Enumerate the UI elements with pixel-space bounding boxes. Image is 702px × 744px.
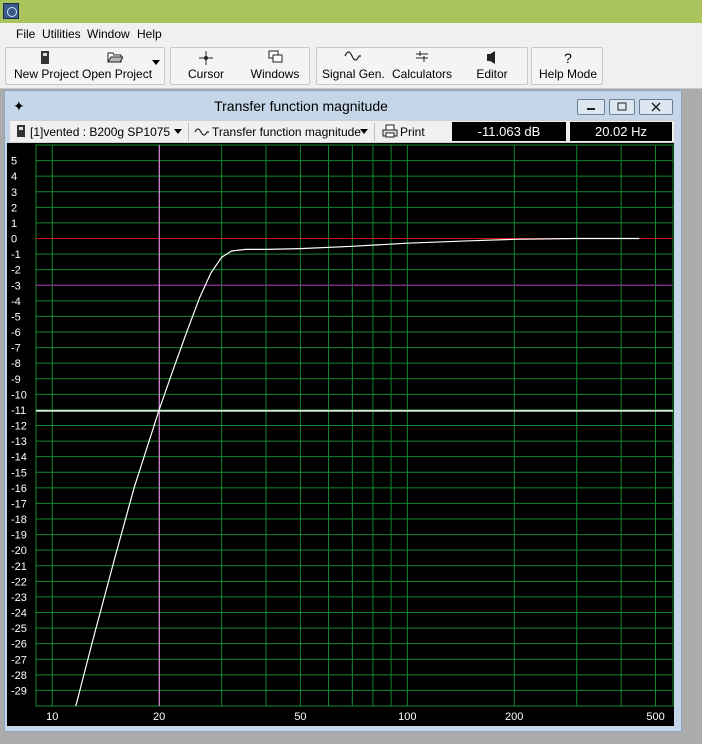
speaker-icon xyxy=(470,50,514,67)
toolbar-separator xyxy=(188,123,189,141)
close-button[interactable] xyxy=(639,99,673,115)
project-dropdown-icon[interactable] xyxy=(174,129,182,134)
y-tick-label: -7 xyxy=(11,343,21,355)
y-tick-label: -16 xyxy=(11,483,27,495)
y-tick-label: 5 xyxy=(11,156,17,168)
open-project-button[interactable]: Open Project xyxy=(82,48,152,84)
y-tick-label: -20 xyxy=(11,545,27,557)
folder-open-icon xyxy=(82,50,148,67)
view-dropdown-icon[interactable] xyxy=(360,129,368,134)
y-tick-label: -18 xyxy=(11,514,27,526)
y-tick-label: -10 xyxy=(11,389,27,401)
y-tick-label: -15 xyxy=(11,467,27,479)
y-tick-label: -26 xyxy=(11,639,27,651)
cursor-hz-readout: 20.02 Hz xyxy=(570,122,672,141)
y-tick-label: -28 xyxy=(11,670,27,682)
magnitude-plot[interactable]: 543210-1-2-3-4-5-6-7-8-9-10-11-12-13-14-… xyxy=(7,143,674,726)
x-tick-label: 10 xyxy=(46,711,58,723)
print-button[interactable]: Print xyxy=(400,125,425,139)
cursor-crosshair-icon xyxy=(180,50,232,67)
editor-button[interactable]: Editor xyxy=(470,48,514,84)
y-tick-label: -23 xyxy=(11,592,27,604)
windows-button[interactable]: Windows xyxy=(248,48,302,84)
y-tick-label: -13 xyxy=(11,436,27,448)
menu-window[interactable]: Window xyxy=(87,27,130,41)
view-select[interactable]: Transfer function magnitude xyxy=(212,125,361,139)
x-tick-label: 100 xyxy=(398,711,416,723)
sine-wave-icon xyxy=(322,50,384,67)
toolbar: New Project Open Project Cursor Windows … xyxy=(0,45,702,89)
x-tick-label: 200 xyxy=(505,711,523,723)
window-title-bar[interactable]: ✦ Transfer function magnitude xyxy=(5,91,681,119)
y-tick-label: -19 xyxy=(11,530,27,542)
y-tick-label: 2 xyxy=(11,202,17,214)
y-tick-label: -8 xyxy=(11,358,21,370)
app-icon[interactable] xyxy=(3,3,19,19)
y-tick-label: -11 xyxy=(11,405,26,417)
y-tick-label: -27 xyxy=(11,654,27,666)
menu-bar: File Utilities Window Help xyxy=(0,23,702,45)
toolbar-separator xyxy=(374,123,375,141)
x-tick-label: 20 xyxy=(153,711,165,723)
y-tick-label: -6 xyxy=(11,327,21,339)
x-tick-label: 500 xyxy=(646,711,664,723)
y-tick-label: -24 xyxy=(11,608,27,620)
help-mode-button[interactable]: ? Help Mode xyxy=(538,48,598,84)
new-project-icon xyxy=(14,50,76,67)
y-tick-label: 0 xyxy=(11,234,17,246)
project-icon xyxy=(16,124,26,141)
chart-toolbar: [1]vented : B200g SP1075 Transfer functi… xyxy=(9,120,675,143)
menu-utilities[interactable]: Utilities xyxy=(42,27,81,41)
y-tick-label: -29 xyxy=(11,685,27,697)
project-select[interactable]: [1]vented : B200g SP1075 xyxy=(30,125,170,139)
calculator-icon xyxy=(392,50,452,67)
y-tick-label: -21 xyxy=(11,561,27,573)
restore-button[interactable] xyxy=(609,99,635,115)
app-title-bar xyxy=(0,0,702,23)
new-project-button[interactable]: New Project xyxy=(14,48,79,84)
sine-wave-icon xyxy=(194,126,210,140)
menu-help[interactable]: Help xyxy=(137,27,162,41)
cursor-button[interactable]: Cursor xyxy=(180,48,232,84)
y-tick-label: -12 xyxy=(11,421,27,433)
cursor-db-readout: -11.063 dB xyxy=(452,122,566,141)
open-project-dropdown-icon[interactable] xyxy=(152,60,160,65)
y-tick-label: 1 xyxy=(11,218,17,230)
y-tick-label: -14 xyxy=(11,452,27,464)
y-tick-label: -1 xyxy=(11,249,21,261)
y-tick-label: -2 xyxy=(11,265,21,277)
minimize-button[interactable] xyxy=(577,99,605,115)
x-tick-label: 50 xyxy=(294,711,306,723)
window-title: Transfer function magnitude xyxy=(214,98,388,114)
y-tick-label: -5 xyxy=(11,311,21,323)
y-tick-label: -22 xyxy=(11,576,27,588)
y-tick-label: 4 xyxy=(11,171,17,183)
y-tick-label: -4 xyxy=(11,296,21,308)
y-tick-label: -17 xyxy=(11,498,27,510)
printer-icon xyxy=(382,124,398,141)
help-question-icon: ? xyxy=(564,50,572,66)
y-tick-label: -25 xyxy=(11,623,27,635)
y-tick-label: -3 xyxy=(11,280,21,292)
plot-background xyxy=(7,143,674,726)
y-tick-label: -9 xyxy=(11,374,21,386)
calculators-button[interactable]: Calculators xyxy=(392,48,452,84)
signal-generator-button[interactable]: Signal Gen. xyxy=(322,48,385,84)
windows-icon xyxy=(248,50,302,67)
menu-file[interactable]: File xyxy=(16,27,35,41)
y-tick-label: 3 xyxy=(11,187,17,199)
